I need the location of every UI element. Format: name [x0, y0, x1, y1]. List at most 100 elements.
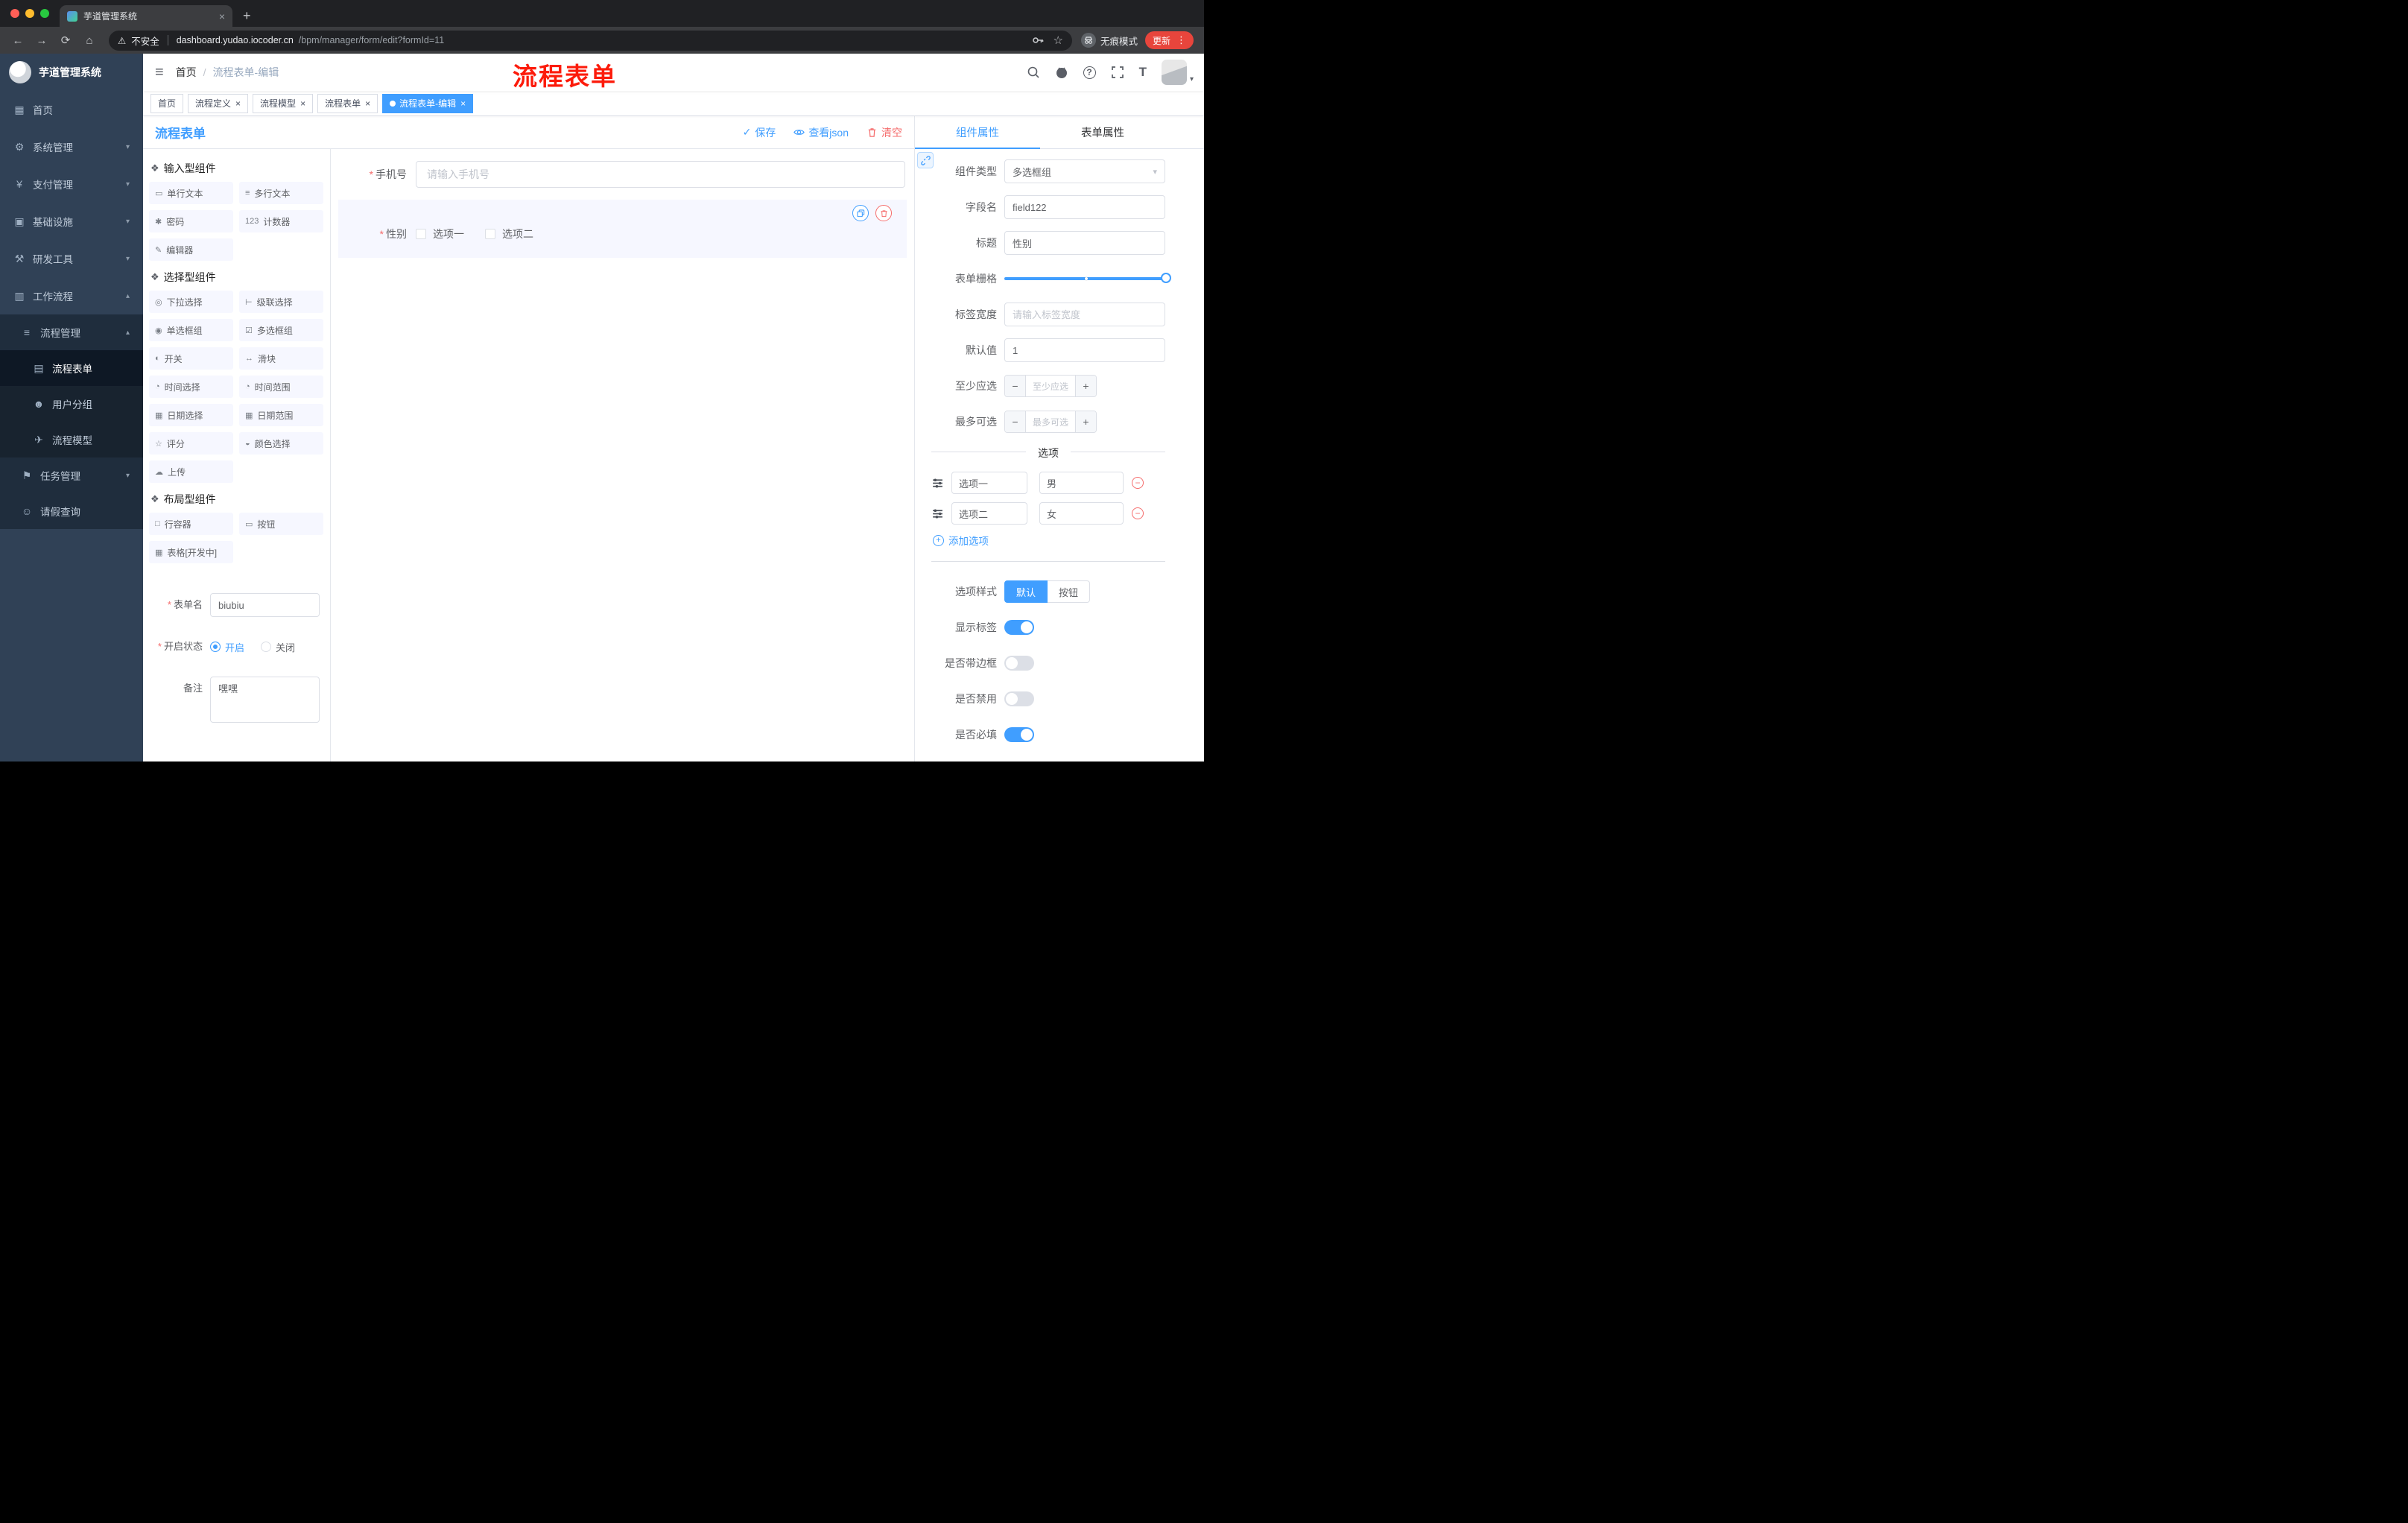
browser-tab[interactable]: 芋道管理系统 × — [60, 5, 232, 27]
avatar[interactable] — [1161, 60, 1187, 85]
tag-close-icon[interactable]: × — [365, 98, 370, 109]
style-button-button[interactable]: 按钮 — [1048, 580, 1091, 603]
component-type-select[interactable]: 多选框组 ▾ — [1004, 159, 1165, 183]
option-value-input[interactable] — [1039, 472, 1124, 494]
drag-handle-icon[interactable] — [931, 507, 944, 520]
palette-item-date-picker[interactable]: ▦ 日期选择 — [149, 404, 233, 426]
minimize-window-button[interactable] — [25, 9, 34, 18]
sidebar-item-process-model[interactable]: ✈ 流程模型 — [0, 422, 143, 457]
field-gender-selected[interactable]: 性别 选项一 选项二 — [338, 200, 907, 258]
palette-item-multi-text[interactable]: ≡ 多行文本 — [239, 182, 323, 204]
tag-process-form[interactable]: 流程表单 × — [317, 93, 378, 113]
remove-option-button[interactable]: − — [1132, 507, 1144, 519]
checkbox-option-1[interactable]: 选项一 — [416, 227, 464, 241]
tab-close-icon[interactable]: × — [219, 10, 225, 22]
copy-field-button[interactable] — [852, 205, 869, 221]
save-button[interactable]: ✓ 保存 — [743, 125, 776, 140]
address-bar[interactable]: ⚠ 不安全 dashboard.yudao.iocoder.cn/bpm/man… — [109, 30, 1072, 51]
drag-handle-icon[interactable] — [931, 477, 944, 490]
sidebar-item-task-mgmt[interactable]: ⚑ 任务管理 ▾ — [0, 457, 143, 493]
doc-link-button[interactable] — [917, 152, 934, 168]
reload-icon[interactable]: ⟳ — [55, 34, 76, 47]
style-default-button[interactable]: 默认 — [1004, 580, 1048, 603]
close-window-button[interactable] — [10, 9, 19, 18]
sidebar-item-home[interactable]: ▦ 首页 — [0, 91, 143, 128]
zoom-window-button[interactable] — [40, 9, 49, 18]
palette-item-row-container[interactable]: □ 行容器 — [149, 513, 233, 535]
tag-process-model[interactable]: 流程模型 × — [253, 93, 314, 113]
slider-handle[interactable] — [1161, 273, 1171, 283]
sidebar-logo[interactable]: 芋道管理系统 — [0, 54, 143, 91]
palette-item-password[interactable]: ✱ 密码 — [149, 210, 233, 232]
tag-process-form-edit[interactable]: 流程表单-编辑 × — [382, 93, 474, 113]
palette-item-time-picker[interactable]: ◔ 时间选择 — [149, 376, 233, 398]
sidebar-item-workflow[interactable]: ▥ 工作流程 ▴ — [0, 277, 143, 314]
clear-button[interactable]: 清空 — [866, 125, 902, 140]
increase-button[interactable]: + — [1075, 411, 1096, 432]
increase-button[interactable]: + — [1075, 376, 1096, 396]
checkbox-option-2[interactable]: 选项二 — [485, 227, 533, 241]
palette-item-editor[interactable]: ✎ 编辑器 — [149, 238, 233, 261]
palette-item-radio-group[interactable]: ◉ 单选框组 — [149, 319, 233, 341]
user-avatar-menu[interactable]: ▾ — [1161, 60, 1194, 85]
decrease-button[interactable]: − — [1005, 411, 1026, 432]
palette-item-date-range[interactable]: ▦ 日期范围 — [239, 404, 323, 426]
github-icon[interactable] — [1055, 66, 1068, 79]
browser-menu-icon[interactable]: ⋮ — [1176, 34, 1186, 46]
tab-component-props[interactable]: 组件属性 — [915, 116, 1040, 149]
status-radio-off[interactable]: 关闭 — [261, 640, 295, 654]
palette-item-rating[interactable]: ☆ 评分 — [149, 432, 233, 455]
palette-item-upload[interactable]: ☁ 上传 — [149, 460, 233, 483]
slider-track[interactable] — [1004, 273, 1171, 283]
new-tab-button[interactable]: + — [243, 8, 251, 24]
label-width-input[interactable] — [1004, 303, 1165, 326]
sidebar-item-payment[interactable]: ¥ 支付管理 ▾ — [0, 165, 143, 203]
palette-item-counter[interactable]: 123 计数器 — [239, 210, 323, 232]
form-grid-slider[interactable] — [1004, 267, 1171, 291]
key-icon[interactable] — [1031, 34, 1045, 47]
tag-process-definition[interactable]: 流程定义 × — [188, 93, 249, 113]
bookmark-star-icon[interactable]: ☆ — [1054, 34, 1063, 47]
palette-item-cascade[interactable]: ⊢ 级联选择 — [239, 291, 323, 313]
font-size-icon[interactable]: T — [1139, 65, 1147, 80]
sidebar-item-user-groups[interactable]: ☻ 用户分组 — [0, 386, 143, 422]
disabled-toggle[interactable] — [1004, 691, 1034, 706]
home-icon[interactable]: ⌂ — [79, 34, 100, 47]
tag-close-icon[interactable]: × — [235, 98, 241, 109]
tag-close-icon[interactable]: × — [460, 98, 466, 109]
sidebar-item-process-form[interactable]: ▤ 流程表单 — [0, 350, 143, 386]
option-value-input[interactable] — [1039, 502, 1124, 525]
back-icon[interactable]: ← — [7, 34, 28, 47]
option-label-input[interactable] — [951, 502, 1027, 525]
status-radio-on[interactable]: 开启 — [210, 640, 244, 654]
tag-close-icon[interactable]: × — [300, 98, 305, 109]
palette-item-slider[interactable]: ↔ 滑块 — [239, 347, 323, 370]
field-name-input[interactable] — [1004, 195, 1165, 219]
forward-icon[interactable]: → — [31, 34, 52, 47]
show-label-toggle[interactable] — [1004, 620, 1034, 635]
remove-option-button[interactable]: − — [1132, 477, 1144, 489]
option-label-input[interactable] — [951, 472, 1027, 494]
border-toggle[interactable] — [1004, 656, 1034, 671]
sidebar-item-process-mgmt[interactable]: ≡ 流程管理 ▴ — [0, 314, 143, 350]
title-input[interactable] — [1004, 231, 1165, 255]
view-json-button[interactable]: 查看json — [793, 125, 849, 140]
tab-form-props[interactable]: 表单属性 — [1040, 116, 1165, 149]
sidebar-item-leave-query[interactable]: ☺ 请假查询 — [0, 493, 143, 529]
stepper-placeholder[interactable]: 最多可选 — [1026, 411, 1075, 432]
sidebar-item-infra[interactable]: ▣ 基础设施 ▾ — [0, 203, 143, 240]
checkbox-icon[interactable] — [485, 229, 495, 239]
stepper-placeholder[interactable]: 至少应选 — [1026, 376, 1075, 396]
palette-item-switch[interactable]: ◐ 开关 — [149, 347, 233, 370]
browser-update-button[interactable]: 更新 ⋮ — [1144, 31, 1194, 49]
tag-home[interactable]: 首页 — [150, 93, 184, 113]
phone-input[interactable] — [416, 161, 905, 188]
palette-item-single-text[interactable]: ▭ 单行文本 — [149, 182, 233, 204]
fullscreen-icon[interactable] — [1111, 66, 1124, 79]
default-value-input[interactable] — [1004, 338, 1165, 362]
field-phone[interactable]: 手机号 — [338, 161, 907, 188]
decrease-button[interactable]: − — [1005, 376, 1026, 396]
palette-item-color-picker[interactable]: ◒ 颜色选择 — [239, 432, 323, 455]
help-icon[interactable]: ? — [1083, 66, 1096, 79]
palette-item-table[interactable]: ▦ 表格[开发中] — [149, 541, 233, 563]
